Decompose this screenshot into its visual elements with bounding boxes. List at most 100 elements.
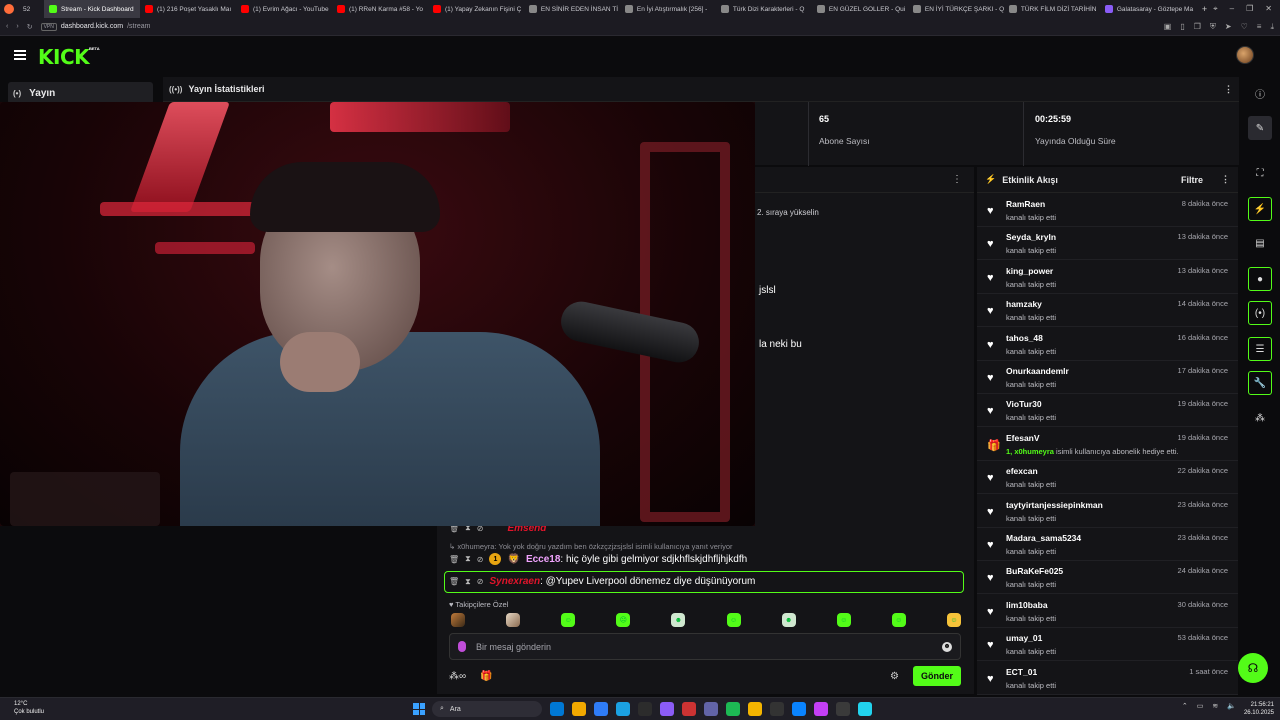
spotify-icon[interactable] <box>726 702 740 716</box>
chat-username[interactable]: Ecce18 <box>526 554 560 565</box>
maximize-icon[interactable]: ❐ <box>1246 4 1253 14</box>
browser-tab[interactable]: Türk Dizi Karakterleri - Q <box>716 0 812 18</box>
wifi-icon[interactable]: ≋ <box>1212 702 1218 710</box>
kebab-menu-icon[interactable]: ⋮ <box>1221 174 1230 185</box>
settings-icon[interactable] <box>638 702 652 716</box>
send-button[interactable]: Gönder <box>912 666 961 686</box>
emote-icon[interactable] <box>506 613 521 627</box>
vpn-badge[interactable]: VPN <box>40 22 57 31</box>
kick-logo[interactable]: KICK <box>38 45 90 69</box>
browser-tab[interactable]: 52 <box>18 0 44 18</box>
browser-tab[interactable]: (1) 216 Poşet Yasaklı Maı <box>140 0 236 18</box>
forward-icon[interactable]: › <box>16 23 18 30</box>
premiere-icon[interactable] <box>660 702 674 716</box>
activity-username[interactable]: Seyda_kryln <box>1006 232 1056 242</box>
kebab-menu-icon[interactable]: ⋮ <box>1224 84 1233 95</box>
gift-recipient[interactable]: 1, x0humeyra <box>1006 447 1054 456</box>
kebab-menu-icon[interactable]: ⋮ <box>952 174 962 185</box>
emote-icon[interactable]: ☺ <box>836 613 851 627</box>
emote-icon[interactable]: ☹ <box>616 613 631 627</box>
terminal-icon[interactable] <box>770 702 784 716</box>
emote-icon[interactable]: ☺ <box>891 613 906 627</box>
browser-tab[interactable]: TÜRK FİLM DİZİ TARİHİN <box>1004 0 1100 18</box>
windows-start-icon[interactable] <box>413 703 425 715</box>
broadcast-icon[interactable]: (•) <box>1248 301 1272 325</box>
kick-app-icon[interactable] <box>858 702 872 716</box>
store-icon[interactable] <box>594 702 608 716</box>
url-field[interactable]: VPN dashboard.kick.com/stream <box>40 22 150 31</box>
emote-icon[interactable]: ☺ <box>726 613 741 627</box>
profile-avatar[interactable] <box>1236 46 1254 64</box>
emote-icon[interactable]: ☺ <box>561 613 576 627</box>
activity-username[interactable]: lim10baba <box>1006 600 1048 610</box>
activity-username[interactable]: EfesanV <box>1006 433 1040 443</box>
app-icon[interactable] <box>814 702 828 716</box>
edit-icon[interactable]: ✎ <box>1248 116 1272 140</box>
pin-icon[interactable]: ⌖ <box>1213 4 1218 14</box>
trash-icon[interactable]: 🗑 <box>449 555 459 564</box>
close-icon[interactable]: ✕ <box>1265 4 1272 14</box>
trash-icon[interactable]: 🗑 <box>449 577 459 586</box>
chevron-up-icon[interactable]: ⌃ <box>1182 702 1188 710</box>
browser-tab[interactable]: EN İYİ TÜRKÇE ŞARKI - Q <box>908 0 1004 18</box>
activity-username[interactable]: BuRaKeFe025 <box>1006 566 1063 576</box>
download-icon[interactable]: ⤓ <box>1270 22 1274 32</box>
reload-icon[interactable]: ↻ <box>27 23 33 31</box>
edge-icon[interactable] <box>616 702 630 716</box>
ban-icon[interactable]: ⊘ <box>477 555 484 564</box>
chat-bubble-icon[interactable]: ● <box>1248 267 1272 291</box>
menu-icon[interactable]: ≡ <box>1257 22 1262 32</box>
activity-username[interactable]: Onurkaandemlr <box>1006 366 1069 376</box>
send-icon[interactable]: ➤ <box>1225 22 1232 32</box>
timeout-icon[interactable]: ⧗ <box>465 577 471 587</box>
browser-tab[interactable]: Galatasaray - Göztepe Ma <box>1100 0 1196 18</box>
volume-icon[interactable]: 🔈 <box>1227 702 1236 710</box>
activity-username[interactable]: efexcan <box>1006 466 1038 476</box>
activity-username[interactable]: taytyirtanjessiepinkman <box>1006 500 1103 510</box>
app-icon[interactable] <box>836 702 850 716</box>
emote-icon[interactable]: ☻ <box>781 613 796 627</box>
chrome-icon[interactable] <box>748 702 762 716</box>
sidebar-item-stream[interactable]: (•) Yayın <box>8 82 153 104</box>
timeout-icon[interactable]: ⧗ <box>465 554 471 564</box>
taskbar-search[interactable]: ⌕ Ara <box>432 701 542 717</box>
layers-icon[interactable]: ☰ <box>1248 337 1272 361</box>
gear-icon[interactable]: ⚙ <box>890 671 899 682</box>
scan-icon[interactable]: ⛶ <box>1248 161 1272 185</box>
emoji-picker-icon[interactable]: ☻ <box>942 641 952 652</box>
chat-username[interactable]: Synexraen <box>489 576 540 587</box>
activity-username[interactable]: king_power <box>1006 266 1053 276</box>
camera-icon[interactable]: ▣ <box>1164 22 1172 32</box>
bookmark-icon[interactable]: ▯ <box>1180 22 1184 32</box>
activity-username[interactable]: VioTur30 <box>1006 399 1042 409</box>
points-icon[interactable]: ⁂∞ <box>449 671 466 682</box>
activity-username[interactable]: tahos_48 <box>1006 333 1043 343</box>
new-tab-icon[interactable]: + <box>1196 4 1213 14</box>
heart-icon[interactable]: ♡ <box>1241 22 1248 32</box>
shield-icon[interactable]: ⛨ <box>1210 22 1216 32</box>
photoshop-icon[interactable] <box>682 702 696 716</box>
apps-icon[interactable]: ⁂ <box>1248 406 1272 430</box>
microphone-icon[interactable] <box>458 641 466 652</box>
chat-input-box[interactable]: ☻ <box>449 633 961 660</box>
chat-message-input[interactable] <box>476 641 932 652</box>
emote-icon[interactable]: ☻ <box>671 613 686 627</box>
support-headset-icon[interactable]: ☊ <box>1238 653 1268 683</box>
browser-logo-icon[interactable] <box>4 4 14 14</box>
copy-icon[interactable]: ❐ <box>1194 22 1201 32</box>
minimize-icon[interactable]: – <box>1230 4 1234 14</box>
activity-username[interactable]: ECT_01 <box>1006 667 1037 677</box>
hamburger-menu-icon[interactable] <box>14 50 26 60</box>
network-icon[interactable]: ▭ <box>1197 702 1204 710</box>
discord-icon[interactable] <box>704 702 718 716</box>
back-icon[interactable]: ‹ <box>6 23 8 30</box>
activity-username[interactable]: RamRaen <box>1006 199 1045 209</box>
folder-icon[interactable] <box>572 702 586 716</box>
system-clock[interactable]: 21:56:21 26.10.2025 <box>1244 701 1274 717</box>
opera-icon[interactable] <box>792 702 806 716</box>
browser-tab[interactable]: EN SİNİR EDEN İNSAN Tİ <box>524 0 620 18</box>
lightning-icon[interactable]: ⚡ <box>1248 197 1272 221</box>
browser-tab[interactable]: (1) RReN Karma #58 - Yo <box>332 0 428 18</box>
document-icon[interactable]: ▤ <box>1248 231 1272 255</box>
browser-tab[interactable]: (1) Evrim Ağacı - YouTube <box>236 0 332 18</box>
